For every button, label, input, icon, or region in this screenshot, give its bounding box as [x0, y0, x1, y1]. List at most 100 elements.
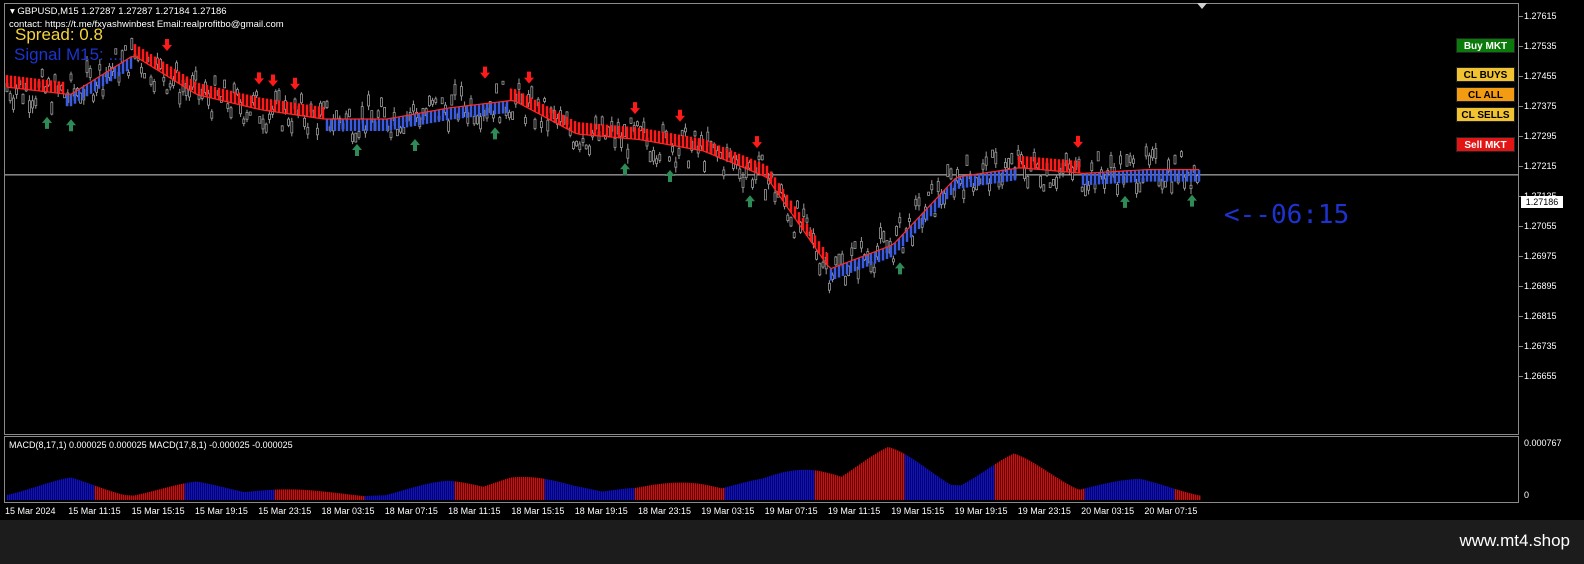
macd-histogram-bar — [1131, 479, 1133, 500]
macd-histogram-bar — [817, 470, 819, 500]
macd-histogram-bar — [1101, 484, 1103, 500]
macd-histogram-bar — [297, 489, 299, 500]
macd-histogram-bar — [389, 494, 391, 500]
candle-body — [1128, 155, 1132, 163]
macd-histogram-bar — [713, 486, 715, 500]
macd-histogram-bar — [1083, 488, 1085, 500]
macd-histogram-bar — [35, 486, 37, 500]
macd-histogram-bar — [729, 486, 731, 500]
macd-histogram-bar — [775, 474, 777, 500]
candle-body — [303, 117, 307, 127]
macd-histogram-bar — [1167, 486, 1169, 500]
candle-body — [834, 256, 838, 266]
macd-histogram-bar — [1039, 466, 1041, 500]
macd-histogram-bar — [849, 471, 851, 500]
price-tick-label: 1.26975 — [1524, 251, 1557, 261]
macd-histogram-bar — [401, 490, 403, 500]
macd-histogram-bar — [749, 481, 751, 500]
price-tick-mark — [1519, 136, 1523, 137]
macd-histogram-bar — [1025, 458, 1027, 500]
macd-histogram-bar — [225, 487, 227, 500]
candle-body — [658, 154, 662, 161]
macd-histogram-bar — [1037, 465, 1039, 500]
macd-histogram-bar — [127, 495, 129, 500]
macd-histogram-bar — [507, 478, 509, 500]
sell-market-button[interactable]: Sell MKT — [1456, 137, 1515, 152]
candle-body — [360, 106, 364, 120]
candle-body — [1023, 167, 1026, 179]
macd-histogram-bar — [611, 490, 613, 500]
macd-histogram-bar — [711, 486, 713, 500]
macd-histogram-bar — [1145, 480, 1147, 500]
macd-histogram-bar — [141, 493, 143, 500]
macd-histogram-bar — [623, 488, 625, 500]
macd-histogram-bar — [321, 491, 323, 500]
candle-body — [908, 217, 911, 222]
macd-histogram-bar — [417, 486, 419, 500]
macd-histogram-bar — [545, 479, 547, 500]
candle-body — [575, 140, 578, 147]
macd-histogram-bar — [27, 489, 29, 500]
macd-histogram-bar — [1049, 472, 1051, 500]
macd-histogram-bar — [531, 477, 533, 500]
close-buys-button[interactable]: CL BUYS — [1456, 67, 1515, 82]
macd-histogram-bar — [575, 486, 577, 500]
macd-histogram-bar — [475, 484, 477, 500]
macd-histogram-bar — [45, 483, 47, 500]
candle-body — [8, 93, 12, 102]
candle-body — [796, 200, 799, 209]
macd-histogram-bar — [9, 494, 11, 500]
macd-histogram-bar — [629, 488, 631, 500]
time-tick-label: 20 Mar 03:15 — [1081, 506, 1135, 516]
macd-histogram-bar — [337, 493, 339, 500]
macd-histogram-bar — [503, 479, 505, 500]
macd-histogram-bar — [511, 477, 513, 500]
macd-histogram-bar — [879, 451, 881, 500]
candle-body — [572, 141, 575, 150]
candle-body — [88, 68, 92, 78]
sell-signal-arrow-icon — [254, 72, 264, 85]
macd-histogram-bar — [617, 489, 619, 500]
close-sells-button[interactable]: CL SELLS — [1456, 107, 1515, 122]
macd-histogram-bar — [311, 490, 313, 500]
macd-histogram-bar — [1127, 479, 1129, 500]
price-tick-label: 1.27215 — [1524, 161, 1557, 171]
price-tick-mark — [1519, 76, 1523, 77]
buy-market-button[interactable]: Buy MKT — [1456, 38, 1515, 53]
candle-body — [738, 168, 742, 180]
candle-body — [600, 116, 604, 126]
candle-body — [581, 138, 585, 143]
macd-histogram-bar — [17, 492, 19, 500]
chart-shift-marker[interactable] — [1197, 3, 1207, 9]
macd-histogram-bar — [495, 482, 497, 500]
macd-histogram-bar — [827, 472, 829, 500]
buy-signal-arrow-icon — [665, 169, 675, 182]
sell-signal-arrow-icon — [524, 71, 534, 84]
macd-histogram-bar — [155, 490, 157, 500]
macd-histogram-bar — [253, 491, 255, 500]
candle-body — [1170, 181, 1174, 194]
dropdown-triangle-icon[interactable]: ▾ — [10, 6, 15, 17]
macd-histogram-bar — [737, 484, 739, 500]
macd-histogram-bar — [667, 483, 669, 500]
macd-histogram-bar — [613, 490, 615, 500]
candle-body — [69, 73, 73, 81]
macd-histogram-bar — [1065, 482, 1067, 500]
candle-body — [440, 97, 444, 105]
candle-body — [511, 111, 515, 120]
macd-histogram-bar — [761, 478, 763, 500]
macd-histogram-bar — [1067, 484, 1069, 500]
sell-signal-arrow-icon — [752, 136, 762, 149]
macd-histogram-bar — [273, 489, 275, 500]
macd-histogram-bar — [303, 489, 305, 500]
macd-histogram-bar — [1079, 489, 1081, 500]
candle-body — [434, 98, 438, 103]
macd-histogram-bar — [67, 477, 69, 500]
macd-histogram-bar — [701, 484, 703, 500]
macd-histogram-bar — [483, 486, 485, 500]
macd-histogram-bar — [1155, 482, 1157, 500]
macd-histogram-bar — [157, 489, 159, 500]
macd-histogram-bar — [799, 469, 801, 500]
close-all-button[interactable]: CL ALL — [1456, 87, 1515, 102]
macd-histogram-bar — [607, 490, 609, 500]
